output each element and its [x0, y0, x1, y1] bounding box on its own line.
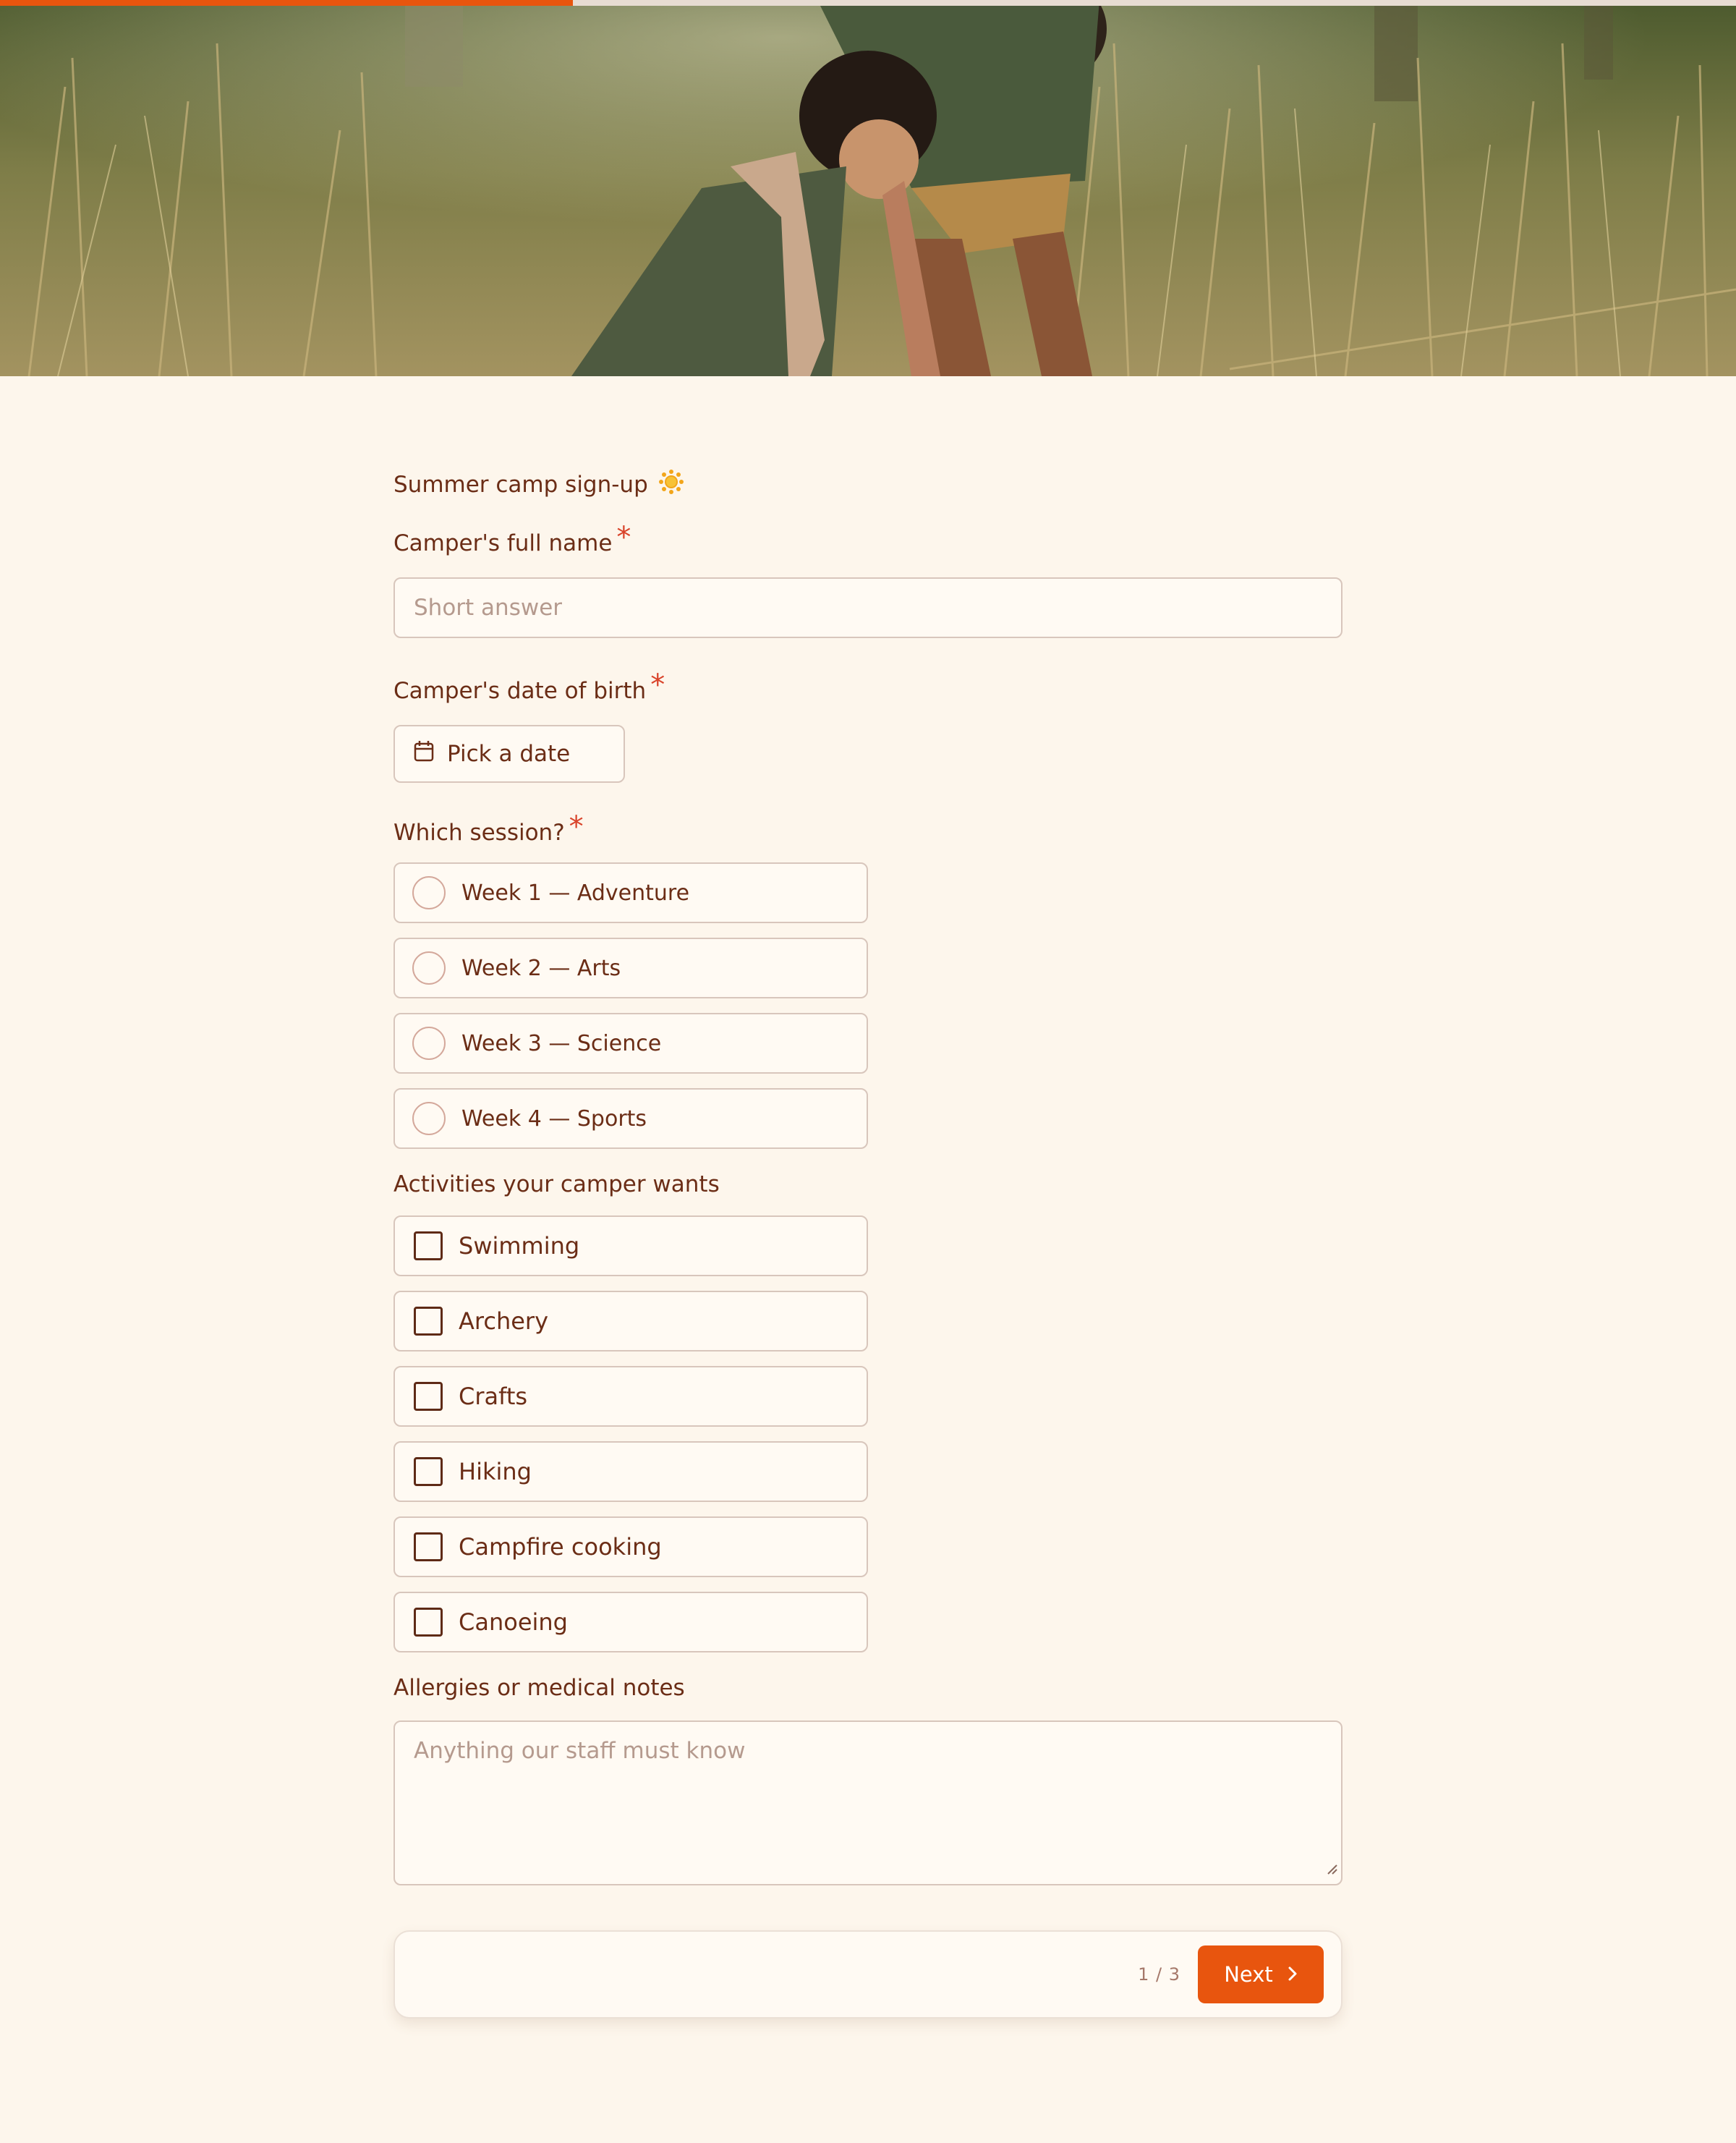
date-picker-button[interactable]: Pick a date — [393, 725, 625, 783]
radio-button[interactable] — [412, 876, 446, 909]
activity-option-label: Canoeing — [459, 1608, 568, 1636]
page-indicator: 1 / 3 — [1138, 1964, 1180, 1985]
full-name-placeholder: Short answer — [414, 595, 563, 621]
next-button-label: Next — [1224, 1962, 1273, 1987]
required-marker: * — [650, 669, 665, 702]
required-marker: * — [616, 521, 631, 554]
session-option-label: Week 1 — Adventure — [461, 880, 690, 906]
session-option-week-4[interactable]: Week 4 — Sports — [393, 1088, 868, 1149]
form-footer: 1 / 3 Next — [393, 1930, 1343, 2019]
checkbox[interactable] — [414, 1608, 443, 1637]
chevron-right-icon — [1273, 1962, 1298, 1987]
activities-label: Activities your camper wants — [393, 1163, 1343, 1205]
activity-option-campfire-cooking[interactable]: Campfire cooking — [393, 1516, 868, 1577]
sun-icon — [658, 469, 684, 501]
notes-label: Allergies or medical notes — [393, 1667, 1343, 1709]
session-label: Which session? * — [393, 810, 1343, 854]
progress-fill — [0, 0, 573, 6]
full-name-label-text: Camper's full name — [393, 530, 613, 556]
form-title-text: Summer camp sign-up — [393, 472, 648, 498]
activity-option-swimming[interactable]: Swimming — [393, 1215, 868, 1276]
radio-button[interactable] — [412, 951, 446, 985]
date-picker-label: Pick a date — [447, 741, 571, 767]
activity-option-label: Crafts — [459, 1383, 528, 1410]
radio-button[interactable] — [412, 1027, 446, 1060]
checkbox[interactable] — [414, 1457, 443, 1486]
signup-form: Summer camp sign-up Camper's full name * … — [393, 456, 1343, 2019]
activity-option-label: Swimming — [459, 1232, 580, 1260]
session-option-label: Week 3 — Science — [461, 1030, 662, 1056]
checkbox[interactable] — [414, 1231, 443, 1260]
activity-option-canoeing[interactable]: Canoeing — [393, 1592, 868, 1652]
session-option-week-3[interactable]: Week 3 — Science — [393, 1013, 868, 1074]
notes-label-text: Allergies or medical notes — [393, 1675, 685, 1701]
calendar-icon — [414, 740, 447, 768]
activities-label-text: Activities your camper wants — [393, 1171, 720, 1197]
resize-handle-icon[interactable] — [1325, 1855, 1338, 1881]
dob-label-text: Camper's date of birth — [393, 678, 647, 704]
radio-button[interactable] — [412, 1102, 446, 1135]
camp-photo-image — [0, 0, 1736, 376]
activities-options: Swimming Archery Crafts Hiking Campfire … — [393, 1215, 1343, 1652]
notes-placeholder: Anything our staff must know — [414, 1738, 746, 1764]
activity-option-label: Campfire cooking — [459, 1533, 662, 1561]
activity-option-crafts[interactable]: Crafts — [393, 1366, 868, 1427]
activity-option-hiking[interactable]: Hiking — [393, 1441, 868, 1502]
activity-option-archery[interactable]: Archery — [393, 1291, 868, 1351]
checkbox[interactable] — [414, 1307, 443, 1336]
checkbox[interactable] — [414, 1382, 443, 1411]
checkbox[interactable] — [414, 1532, 443, 1561]
hero-image — [0, 0, 1736, 376]
session-option-label: Week 2 — Arts — [461, 955, 621, 981]
session-options: Week 1 — Adventure Week 2 — Arts Week 3 … — [393, 862, 1343, 1149]
session-option-label: Week 4 — Sports — [461, 1106, 647, 1132]
session-label-text: Which session? — [393, 820, 565, 846]
session-option-week-1[interactable]: Week 1 — Adventure — [393, 862, 868, 923]
full-name-label: Camper's full name * — [393, 521, 1343, 564]
form-title: Summer camp sign-up — [393, 456, 1343, 514]
full-name-input[interactable]: Short answer — [393, 577, 1343, 638]
next-button[interactable]: Next — [1198, 1945, 1324, 2003]
activity-option-label: Hiking — [459, 1458, 532, 1485]
activity-option-label: Archery — [459, 1307, 548, 1335]
notes-textarea[interactable]: Anything our staff must know — [393, 1720, 1343, 1885]
session-option-week-2[interactable]: Week 2 — Arts — [393, 938, 868, 998]
required-marker: * — [569, 810, 584, 844]
progress-bar — [0, 0, 1736, 6]
dob-label: Camper's date of birth * — [393, 669, 1343, 712]
